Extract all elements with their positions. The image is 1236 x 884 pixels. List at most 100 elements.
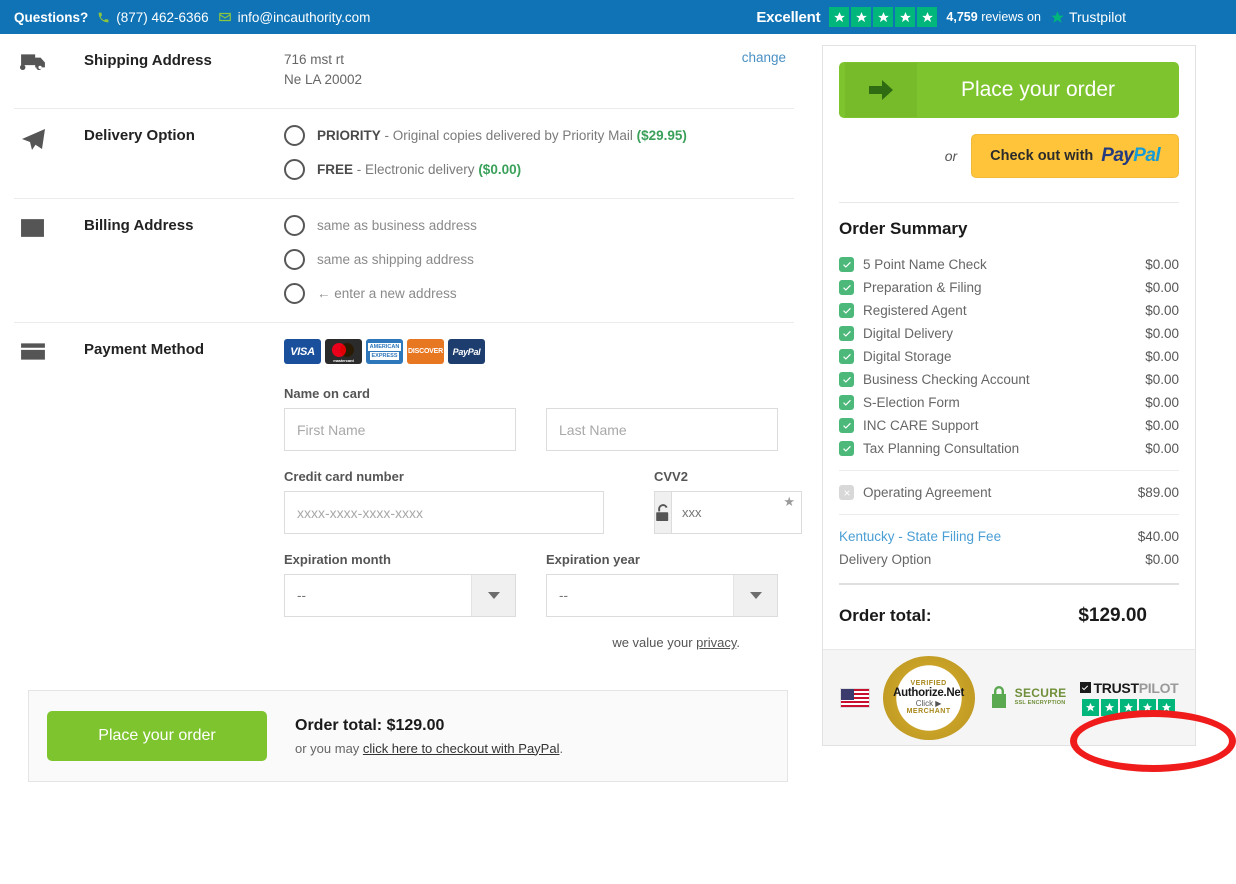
paypal-checkout-link[interactable]: click here to checkout with PayPal bbox=[363, 741, 560, 756]
billing-address-title: Billing Address bbox=[84, 215, 284, 234]
trustpilot-badge-stars bbox=[1082, 699, 1175, 716]
summary-item: Registered Agent $0.00 bbox=[839, 299, 1179, 322]
check-icon bbox=[839, 441, 854, 456]
star-icon bbox=[1082, 699, 1099, 716]
star-icon bbox=[1120, 699, 1137, 716]
delivery-option-free[interactable]: FREE - Electronic delivery ($0.00) bbox=[284, 159, 794, 180]
state-filing-fee-link[interactable]: Kentucky - State Filing Fee bbox=[839, 529, 1138, 544]
radio-same-as-shipping[interactable] bbox=[284, 249, 305, 270]
last-name-input[interactable] bbox=[546, 408, 778, 451]
exp-year-label: Expiration year bbox=[546, 552, 778, 567]
credit-card-icon bbox=[14, 339, 84, 361]
star-icon bbox=[1139, 699, 1156, 716]
id-card-icon bbox=[14, 215, 84, 238]
paypal-icon: PayPal bbox=[448, 339, 485, 364]
delivery-option-section: Delivery Option PRIORITY - Original copi… bbox=[14, 109, 794, 199]
billing-address-body: same as business address same as shippin… bbox=[284, 215, 794, 304]
paypal-checkout-button[interactable]: Check out with PayPal bbox=[971, 134, 1179, 178]
place-order-button-bottom[interactable]: Place your order bbox=[47, 711, 267, 761]
name-fields-row bbox=[284, 408, 802, 451]
delivery-option-title: Delivery Option bbox=[84, 125, 284, 144]
bottom-paypal-note: or you may click here to checkout with P… bbox=[295, 741, 563, 756]
star-icon: ★ bbox=[783, 494, 795, 510]
check-icon bbox=[839, 280, 854, 295]
state-filing-fee-price: $40.00 bbox=[1138, 529, 1179, 544]
privacy-link[interactable]: privacy bbox=[696, 635, 736, 650]
bottom-order-totals: Order total: $129.00 or you may click he… bbox=[295, 717, 563, 756]
billing-option-business[interactable]: same as business address bbox=[284, 215, 794, 236]
first-name-field-wrap bbox=[284, 408, 516, 451]
card-number-input[interactable] bbox=[284, 491, 604, 534]
trustpilot-header-widget[interactable]: Excellent 4,759 reviews on Trustpilot bbox=[756, 7, 1222, 27]
summary-item-name: Digital Delivery bbox=[863, 326, 1145, 341]
delivery-option-body: PRIORITY - Original copies delivered by … bbox=[284, 125, 794, 180]
delivery-option-fee-price: $0.00 bbox=[1145, 552, 1179, 567]
paypal-button-label: Check out with bbox=[990, 148, 1093, 164]
top-contact-bar: Questions? (877) 462-6366 info@incauthor… bbox=[0, 0, 1236, 34]
summary-item-price: $0.00 bbox=[1145, 303, 1179, 318]
email-link[interactable]: info@incauthority.com bbox=[218, 10, 371, 25]
star-icon bbox=[1158, 699, 1175, 716]
exp-month-label: Expiration month bbox=[284, 552, 516, 567]
billing-option-new[interactable]: ← enter a new address bbox=[284, 283, 794, 304]
arrow-right-icon bbox=[845, 63, 917, 117]
exp-year-value: -- bbox=[547, 575, 733, 616]
billing-address-section: Billing Address same as business address… bbox=[14, 199, 794, 323]
unlock-icon bbox=[655, 492, 672, 533]
bottom-order-total: Order total: $129.00 bbox=[295, 717, 563, 735]
summary-item: INC CARE Support $0.00 bbox=[839, 414, 1179, 437]
phone-link[interactable]: (877) 462-6366 bbox=[97, 10, 208, 25]
summary-item-price: $0.00 bbox=[1145, 418, 1179, 433]
summary-item-name: Tax Planning Consultation bbox=[863, 441, 1145, 456]
authorize-net-seal[interactable]: VERIFIED Authorize.Net Click ▶ MERCHANT bbox=[883, 656, 975, 740]
paypal-logo: PayPal bbox=[1101, 145, 1160, 167]
visa-icon: VISA bbox=[284, 339, 321, 364]
exp-month-wrap: Expiration month -- bbox=[284, 552, 516, 617]
radio-free[interactable] bbox=[284, 159, 305, 180]
mastercard-icon: mastercard bbox=[325, 339, 362, 364]
or-label: or bbox=[945, 148, 957, 164]
summary-item-name: Digital Storage bbox=[863, 349, 1145, 364]
summary-optional-item[interactable]: Operating Agreement $89.00 bbox=[839, 481, 1179, 504]
summary-item-price: $0.00 bbox=[1145, 257, 1179, 272]
exp-month-select[interactable]: -- bbox=[284, 574, 516, 617]
order-summary-column: Place your order or Check out with PayPa… bbox=[810, 34, 1210, 746]
summary-item-name: S-Election Form bbox=[863, 395, 1145, 410]
trustpilot-badge-word: TRUSTPILOT bbox=[1080, 680, 1179, 696]
summary-item-price: $0.00 bbox=[1145, 395, 1179, 410]
chevron-down-icon[interactable] bbox=[471, 575, 515, 616]
authnet-merchant-text: MERCHANT bbox=[907, 708, 951, 715]
delivery-option-priority[interactable]: PRIORITY - Original copies delivered by … bbox=[284, 125, 794, 146]
payment-method-title: Payment Method bbox=[84, 339, 284, 358]
card-number-label: Credit card number bbox=[284, 469, 604, 484]
summary-item: Preparation & Filing $0.00 bbox=[839, 276, 1179, 299]
paper-plane-icon bbox=[14, 125, 84, 152]
cvv-field-wrap: CVV2 ★ bbox=[654, 469, 802, 534]
billing-option-shipping[interactable]: same as shipping address bbox=[284, 249, 794, 270]
place-order-button[interactable]: Place your order bbox=[839, 62, 1179, 118]
exp-year-wrap: Expiration year -- bbox=[546, 552, 778, 617]
panel-actions: Place your order or Check out with PayPa… bbox=[823, 46, 1195, 198]
bottom-order-bar: Place your order Order total: $129.00 or… bbox=[28, 690, 788, 782]
summary-item-name: 5 Point Name Check bbox=[863, 257, 1145, 272]
summary-item-name: Registered Agent bbox=[863, 303, 1145, 318]
summary-item: 5 Point Name Check $0.00 bbox=[839, 253, 1179, 276]
cvv-input[interactable] bbox=[672, 492, 868, 533]
billing-new-label: ← enter a new address bbox=[317, 286, 457, 301]
payment-method-body: VISA mastercard AMERICANEXPRESS DISCOVER… bbox=[284, 339, 802, 650]
card-number-row: Credit card number CVV2 ★ bbox=[284, 469, 802, 534]
phone-number: (877) 462-6366 bbox=[116, 10, 208, 25]
cvv-input-group: ★ bbox=[654, 491, 802, 534]
exp-year-select[interactable]: -- bbox=[546, 574, 778, 617]
first-name-input[interactable] bbox=[284, 408, 516, 451]
radio-priority[interactable] bbox=[284, 125, 305, 146]
chevron-down-icon[interactable] bbox=[733, 575, 777, 616]
change-address-link[interactable]: change bbox=[742, 50, 786, 65]
radio-new-address[interactable] bbox=[284, 283, 305, 304]
star-icon bbox=[829, 7, 849, 27]
trustpilot-badge[interactable]: TRUSTPILOT bbox=[1080, 680, 1179, 716]
check-icon bbox=[839, 395, 854, 410]
topbar-contact-group: Questions? (877) 462-6366 info@incauthor… bbox=[14, 10, 370, 25]
star-icon bbox=[1101, 699, 1118, 716]
radio-same-as-business[interactable] bbox=[284, 215, 305, 236]
